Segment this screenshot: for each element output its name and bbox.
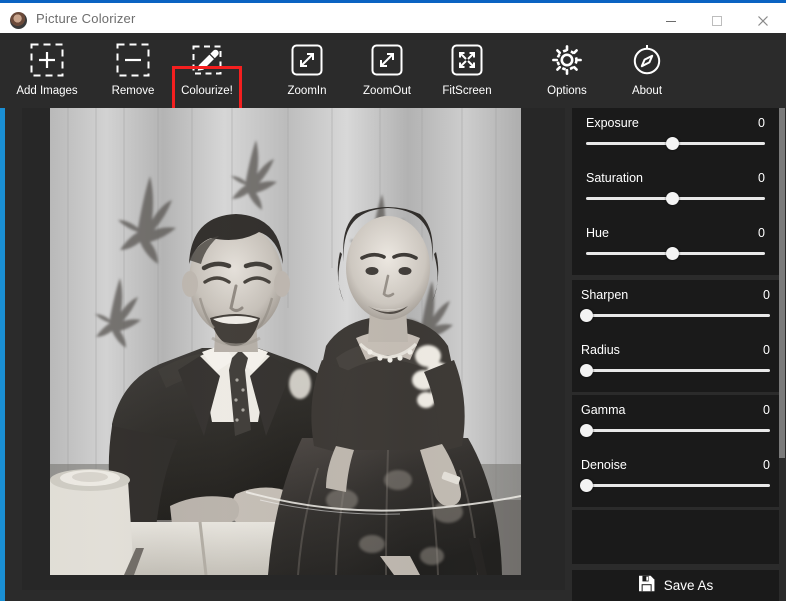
slider-thumb[interactable] (580, 309, 593, 322)
slider-label: Sharpen (581, 288, 629, 302)
toolbar-button-about[interactable]: About (600, 33, 694, 108)
slider-track[interactable] (581, 484, 770, 487)
close-button[interactable] (740, 6, 786, 36)
toolbar-button-fitscreen[interactable]: FitScreen (420, 33, 514, 108)
toolbar-label: FitScreen (442, 85, 492, 97)
slider-thumb[interactable] (580, 364, 593, 377)
compass-icon (627, 40, 667, 80)
slider-denoise[interactable]: Denoise 0 (580, 458, 770, 508)
zoom-out-icon (367, 40, 407, 80)
title-bar: Picture Colorizer (0, 3, 786, 33)
save-as-label: Save As (663, 578, 714, 593)
slider-value: 0 (763, 458, 770, 472)
toolbar-button-add-images[interactable]: Add Images (0, 33, 94, 108)
minimize-button[interactable] (648, 6, 694, 36)
slider-thumb[interactable] (580, 424, 593, 437)
floppy-disk-icon (638, 575, 655, 597)
slider-thumb[interactable] (666, 137, 679, 150)
eyedropper-icon (187, 40, 227, 80)
slider-radius[interactable]: Radius 0 (580, 343, 770, 393)
slider-label: Saturation (586, 171, 643, 185)
slider-label: Gamma (581, 403, 626, 417)
adjust-group-empty (572, 510, 779, 564)
remove-icon (113, 40, 153, 80)
slider-value: 0 (763, 343, 770, 357)
slider-thumb[interactable] (580, 479, 593, 492)
slider-value: 0 (758, 226, 765, 240)
sidebar-scrollbar-thumb[interactable] (779, 108, 785, 458)
window-title: Picture Colorizer (36, 11, 136, 26)
application-window: Picture Colorizer Add Images Remove Colo… (0, 0, 786, 601)
toolbar-button-colourize[interactable]: Colourize! (160, 33, 254, 108)
add-images-icon (27, 40, 67, 80)
app-avatar-icon (10, 12, 27, 29)
slider-label: Exposure (586, 116, 639, 130)
toolbar-label: Add Images (16, 85, 78, 97)
slider-value: 0 (758, 171, 765, 185)
slider-thumb[interactable] (666, 192, 679, 205)
slider-sharpen[interactable]: Sharpen 0 (580, 288, 770, 338)
adjust-group-color: Exposure 0 Saturation 0 Hue 0 (572, 108, 779, 275)
slider-label: Radius (581, 343, 620, 357)
slider-track[interactable] (581, 429, 770, 432)
adjust-group-detail: Sharpen 0 Radius 0 (572, 280, 779, 392)
maximize-button[interactable] (694, 6, 740, 36)
slider-thumb[interactable] (666, 247, 679, 260)
slider-track[interactable] (581, 314, 770, 317)
slider-gamma[interactable]: Gamma 0 (580, 403, 770, 453)
adjust-group-tone: Gamma 0 Denoise 0 (572, 395, 779, 507)
save-as-button[interactable]: Save As (572, 570, 779, 601)
slider-label: Denoise (581, 458, 627, 472)
image-canvas[interactable] (22, 108, 565, 590)
photo-preview[interactable] (50, 108, 521, 575)
toolbar: Add Images Remove Colourize! ZoomIn Zoom… (0, 33, 786, 137)
toolbar-label: Colourize! (181, 85, 233, 97)
left-accent-strip (0, 108, 5, 601)
slider-value: 0 (763, 288, 770, 302)
zoom-in-icon (287, 40, 327, 80)
slider-hue[interactable]: Hue 0 (586, 226, 765, 276)
slider-value: 0 (758, 116, 765, 130)
slider-saturation[interactable]: Saturation 0 (586, 171, 765, 221)
slider-label: Hue (586, 226, 609, 240)
slider-track[interactable] (581, 369, 770, 372)
toolbar-label: About (631, 85, 663, 97)
fit-screen-icon (447, 40, 487, 80)
adjustments-sidebar: Exposure 0 Saturation 0 Hue 0 Sharpen 0 … (565, 108, 786, 601)
slider-exposure[interactable]: Exposure 0 (586, 116, 765, 166)
gear-icon (547, 40, 587, 80)
slider-value: 0 (763, 403, 770, 417)
